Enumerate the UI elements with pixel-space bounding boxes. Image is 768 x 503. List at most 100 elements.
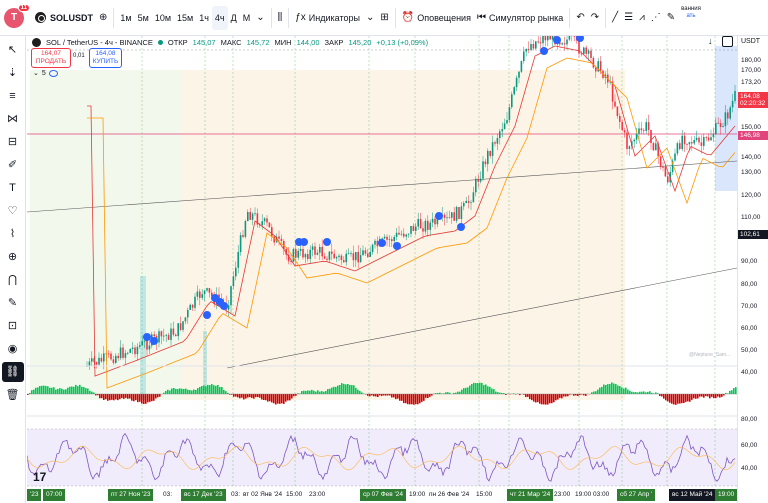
trend-lines-icon[interactable]: ≡ [2, 86, 24, 106]
price-tick: 120,00 [741, 192, 761, 199]
time-label: 15:00 [286, 491, 303, 498]
magnet-icon[interactable]: ⋂ [2, 270, 24, 290]
maximize-pane-icon[interactable] [722, 36, 733, 47]
trend-line-tool-icon[interactable]: ╱ [609, 6, 621, 30]
pattern-tool-icon[interactable]: ⩘ [636, 6, 648, 30]
chevron-down-icon[interactable]: ⌄ [363, 6, 377, 30]
currency-label[interactable]: USDT [741, 38, 760, 45]
signal-check-icon [540, 47, 548, 55]
price-axis[interactable]: USDT 180,00 173,20 150,00 140,00 130,00 … [737, 36, 768, 503]
redo-icon[interactable]: ↷ [588, 6, 602, 30]
symbol-search-button[interactable]: SOLUSDT [32, 6, 96, 30]
indicators-icon: ƒx [295, 12, 306, 23]
brush-icon[interactable]: ✐ [2, 155, 24, 175]
price-chart-canvas[interactable] [27, 36, 737, 503]
brush-tool-icon[interactable]: ✎ [664, 6, 678, 30]
timeframe-5m[interactable]: 5м [135, 6, 152, 30]
candle-body [196, 291, 199, 297]
histogram-bar [73, 386, 75, 394]
candle-body [518, 71, 520, 78]
timeframe-d[interactable]: Д [228, 6, 240, 30]
zoom-icon[interactable]: ⊕ [2, 247, 24, 267]
trash-icon[interactable]: 🗑 [2, 385, 24, 405]
candle-body [367, 253, 369, 257]
pattern-icon[interactable]: ⋈ [2, 109, 24, 129]
link-icon[interactable]: ⛓ [1, 361, 24, 382]
alerts-button[interactable]: ⏰ Оповещения [399, 6, 474, 30]
ruler-icon[interactable]: ⌇ [2, 224, 24, 244]
candle-body [515, 77, 518, 88]
histogram-bar [575, 394, 577, 396]
candle-body [566, 39, 568, 45]
histogram-bar [615, 384, 617, 394]
text-icon[interactable]: T [2, 178, 24, 198]
histogram-bar [487, 386, 489, 394]
replay-button[interactable]: ⏮ Симулятор рынка [474, 6, 566, 30]
current-price-tag[interactable]: 164,08 02:20:32 [738, 92, 768, 108]
fib-icon[interactable]: ⊟ [2, 132, 24, 152]
projection-icon[interactable]: ⋰ [648, 6, 664, 30]
timeframe-m[interactable]: М [240, 6, 254, 30]
candle-body [319, 246, 321, 253]
fib-retracement-icon[interactable]: ☰ [621, 6, 636, 30]
histogram-bar [565, 394, 567, 397]
candle-body [98, 357, 100, 365]
candle-body [179, 323, 182, 330]
heart-icon[interactable]: ♡ [2, 201, 24, 221]
hline-price-tag[interactable]: 146,98 [738, 131, 768, 140]
histogram-bar [373, 394, 375, 397]
price-tick: 70,00 [741, 303, 758, 310]
timeframe-15m[interactable]: 15м [174, 6, 196, 30]
histogram-bar [45, 385, 47, 394]
histogram-bar [93, 392, 95, 394]
cursor-icon[interactable]: ↖ [2, 40, 24, 60]
layouts-grid-icon[interactable]: ⊞ [377, 6, 391, 30]
histogram-bar [701, 394, 703, 397]
arrow-down-icon[interactable]: ↓ [708, 36, 713, 46]
histogram-bar [187, 389, 189, 394]
histogram-bar [685, 394, 687, 402]
candle-body [331, 251, 333, 254]
candle-body [316, 252, 319, 255]
histogram-bar [255, 394, 257, 397]
histogram-bar [343, 383, 345, 394]
histogram-bar [181, 388, 183, 394]
histogram-bar [525, 394, 527, 398]
candle-body [386, 236, 388, 240]
chevron-down-icon[interactable]: ⌄ [253, 6, 267, 30]
plus-circle-icon[interactable]: ⊕ [96, 6, 110, 30]
timeframe-10m[interactable]: 10м [152, 6, 174, 30]
histogram-bar [75, 384, 77, 394]
histogram-bar [731, 390, 733, 394]
candle-body [463, 203, 465, 207]
time-axis[interactable]: '23 07:00 пт 27 Ноя '23 03: вс 17 Дек '2… [27, 488, 738, 503]
histogram-bar [473, 382, 475, 394]
histogram-bar [639, 391, 641, 394]
sell-button[interactable]: 164,07 ПРОДАТЬ [31, 48, 71, 68]
chart-pane[interactable] [27, 36, 737, 503]
indicators-button[interactable]: ƒx Индикаторы [292, 6, 363, 30]
legend-title[interactable]: SOL / TetherUS - 4ч - BINANCE [46, 38, 153, 47]
candle-body [263, 218, 266, 222]
timeframe-1m[interactable]: 1м [117, 6, 134, 30]
price-tick: 150,00 [741, 124, 761, 131]
studies-toggle[interactable]: ⌄ 5 [33, 69, 58, 77]
histogram-bar [495, 391, 497, 394]
tradingview-logo-icon[interactable]: 17 [33, 470, 46, 484]
candle-body [455, 207, 458, 221]
save-layout-button[interactable]: ванния ать [678, 6, 704, 30]
undo-icon[interactable]: ↶ [573, 6, 587, 30]
timeframe-1h[interactable]: 1ч [196, 6, 212, 30]
pencil-lock-icon[interactable]: ✎ [2, 293, 24, 313]
crosshair-dot-icon[interactable]: ⇣ [2, 63, 24, 83]
histogram-bar [321, 391, 323, 394]
eye-icon[interactable]: ◉ [2, 339, 24, 359]
histogram-bar [627, 389, 629, 394]
candle-body [141, 341, 143, 346]
candlestick-type-icon[interactable]: ⫼ [275, 6, 286, 30]
histogram-bar [553, 394, 555, 403]
user-avatar[interactable]: T 11 [4, 3, 30, 28]
timeframe-4h[interactable]: 4ч [211, 5, 228, 30]
lock-icon[interactable]: ⊡ [2, 316, 24, 336]
buy-button[interactable]: 164,08 КУПИТЬ [89, 48, 122, 68]
